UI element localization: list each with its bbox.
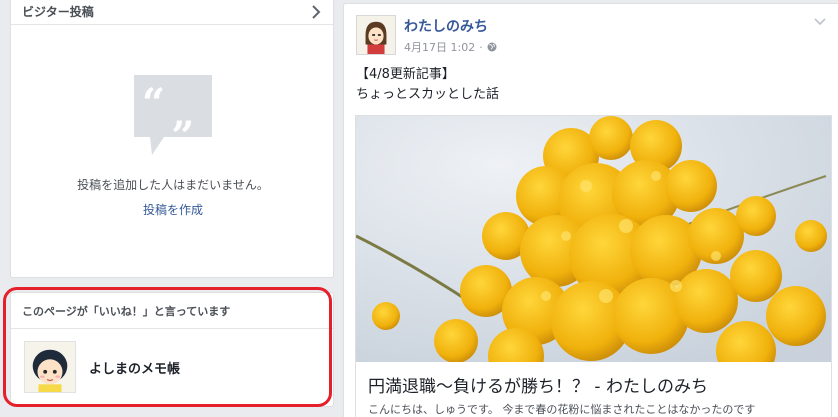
svg-text:„: „	[172, 90, 195, 137]
liked-pages-card: このページが「いいね！」と言っています よしまのメモ帳	[10, 292, 334, 407]
chevron-down-icon[interactable]	[814, 17, 826, 27]
globe-icon[interactable]	[487, 42, 497, 52]
empty-state-text: 投稿を追加した人はまだいません。	[77, 178, 269, 192]
chevron-right-icon[interactable]	[309, 4, 323, 19]
post-text: 【4/8更新記事】 ちょっとスカッとした話	[356, 65, 499, 105]
create-post-link[interactable]: 投稿を作成	[11, 201, 335, 218]
quote-bubble-icon: “ „	[134, 75, 212, 155]
author-avatar[interactable]	[356, 15, 396, 55]
preview-description: こんにちは、しゅうです。 今まで春の花粉に悩まされたことはなかったのです	[368, 403, 756, 416]
post-meta: 4月17日 1:02 ·	[404, 39, 497, 55]
mimosa-photo	[356, 116, 831, 362]
preview-title[interactable]: 円満退職〜負けるが勝ち！？ - わたしのみち	[368, 372, 708, 397]
liked-page-name: よしまのメモ帳	[89, 361, 181, 377]
liked-pages-title: このページが「いいね！」と言っています	[11, 293, 333, 329]
post-card: わたしのみち 4月17日 1:02 · 【4/8更新記事】 ちょっとスカッとした…	[343, 3, 838, 417]
liked-page-item[interactable]: よしまのメモ帳	[11, 329, 333, 393]
visitor-posts-header[interactable]: ビジター投稿	[11, 0, 333, 25]
post-text-line: 【4/8更新記事】	[356, 67, 455, 82]
visitor-posts-title: ビジター投稿	[22, 5, 94, 19]
meta-separator: ·	[479, 40, 483, 54]
link-preview[interactable]: 円満退職〜負けるが勝ち！？ - わたしのみち こんにちは、しゅうです。 今まで春…	[355, 115, 832, 417]
post-author-name[interactable]: わたしのみち	[404, 16, 488, 36]
visitor-posts-card: ビジター投稿 “ „ 投稿を追加した人はまだいません。 投稿を作成	[10, 0, 334, 278]
avatar[interactable]	[24, 341, 76, 393]
page: ビジター投稿 “ „ 投稿を追加した人はまだいません。 投稿を作成 このページが…	[0, 0, 838, 417]
svg-text:“: “	[142, 80, 165, 127]
post-text-line: ちょっとスカッとした話	[356, 87, 500, 102]
post-timestamp[interactable]: 4月17日 1:02	[404, 39, 475, 55]
